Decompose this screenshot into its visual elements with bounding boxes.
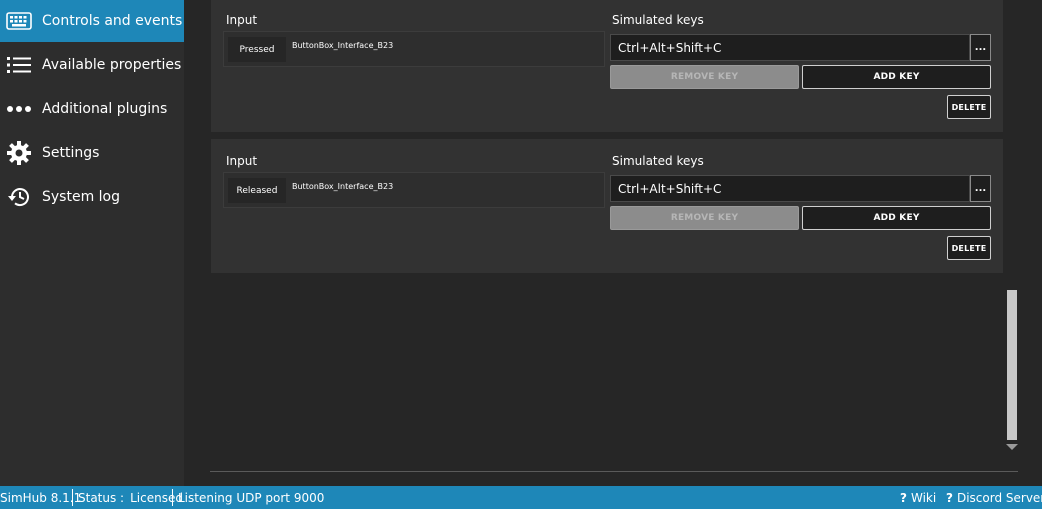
sidebar-item-settings[interactable]: Settings bbox=[0, 132, 184, 174]
add-key-button[interactable]: ADD KEY bbox=[802, 206, 991, 230]
status-bar: SimHub 8.1.1 Status : Licensed Listening… bbox=[0, 486, 1042, 509]
keyboard-icon bbox=[6, 9, 32, 33]
discord-label: Discord Server bbox=[956, 490, 1042, 505]
simulated-keys-heading: Simulated keys bbox=[612, 13, 704, 27]
remove-key-button[interactable]: REMOVE KEY bbox=[610, 65, 799, 89]
input-state-badge: Pressed bbox=[228, 37, 286, 62]
vertical-scrollbar[interactable] bbox=[1005, 290, 1019, 456]
delete-button[interactable]: DELETE bbox=[947, 236, 991, 260]
app-window: Controls and events Available properties… bbox=[0, 0, 1042, 509]
sidebar-item-label: Additional plugins bbox=[42, 101, 168, 117]
mapping-panel: Input Simulated keys Pressed ButtonBox_I… bbox=[211, 0, 1003, 132]
gear-icon bbox=[6, 141, 32, 165]
input-binding[interactable]: Pressed ButtonBox_Interface_B23 bbox=[223, 31, 605, 67]
input-heading: Input bbox=[226, 154, 258, 168]
list-icon bbox=[6, 53, 32, 77]
main-content: Input Simulated keys Pressed ButtonBox_I… bbox=[184, 0, 1042, 486]
remove-key-button[interactable]: REMOVE KEY bbox=[610, 206, 799, 230]
sidebar-item-available-properties[interactable]: Available properties bbox=[0, 44, 184, 86]
divider bbox=[210, 471, 1018, 472]
sidebar-item-label: Settings bbox=[42, 145, 100, 161]
status-separator bbox=[172, 489, 173, 506]
wiki-link[interactable]: ? Wiki bbox=[900, 486, 936, 509]
scroll-down-arrow-icon[interactable] bbox=[1006, 444, 1018, 450]
input-control-name: ButtonBox_Interface_B23 bbox=[292, 182, 394, 191]
sidebar: Controls and events Available properties… bbox=[0, 0, 184, 486]
scrollbar-thumb[interactable] bbox=[1007, 290, 1017, 440]
listening-port-status: Listening UDP port 9000 bbox=[178, 490, 325, 505]
sidebar-item-system-log[interactable]: System log bbox=[0, 176, 184, 218]
sidebar-item-label: Available properties bbox=[42, 57, 182, 73]
license-status: Status : Licensed bbox=[78, 486, 183, 509]
input-control-name: ButtonBox_Interface_B23 bbox=[292, 41, 394, 50]
input-binding[interactable]: Released ButtonBox_Interface_B23 bbox=[223, 172, 605, 208]
input-heading: Input bbox=[226, 13, 258, 27]
simulated-keys-heading: Simulated keys bbox=[612, 154, 704, 168]
status-value: Licensed bbox=[130, 490, 183, 505]
sidebar-item-label: Controls and events bbox=[42, 13, 183, 29]
discord-server-link[interactable]: ? Discord Server bbox=[946, 486, 1042, 509]
browse-keys-button[interactable]: ... bbox=[970, 175, 991, 202]
app-version: SimHub 8.1.1 bbox=[0, 490, 82, 505]
simulated-keys-field[interactable]: Ctrl+Alt+Shift+C bbox=[610, 34, 970, 61]
sidebar-item-additional-plugins[interactable]: Additional plugins bbox=[0, 88, 184, 130]
mapping-panel: Input Simulated keys Released ButtonBox_… bbox=[211, 139, 1003, 273]
history-icon bbox=[6, 185, 32, 209]
browse-keys-button[interactable]: ... bbox=[970, 34, 991, 61]
delete-button[interactable]: DELETE bbox=[947, 95, 991, 119]
more-dots-icon bbox=[6, 97, 32, 121]
wiki-label: Wiki bbox=[910, 490, 937, 505]
help-icon: ? bbox=[946, 490, 953, 505]
status-label: Status : bbox=[78, 490, 125, 505]
simulated-keys-field[interactable]: Ctrl+Alt+Shift+C bbox=[610, 175, 970, 202]
status-separator bbox=[72, 489, 73, 506]
sidebar-item-label: System log bbox=[42, 189, 120, 205]
sidebar-item-controls-and-events[interactable]: Controls and events bbox=[0, 0, 184, 42]
add-key-button[interactable]: ADD KEY bbox=[802, 65, 991, 89]
help-icon: ? bbox=[900, 490, 907, 505]
input-state-badge: Released bbox=[228, 178, 286, 203]
